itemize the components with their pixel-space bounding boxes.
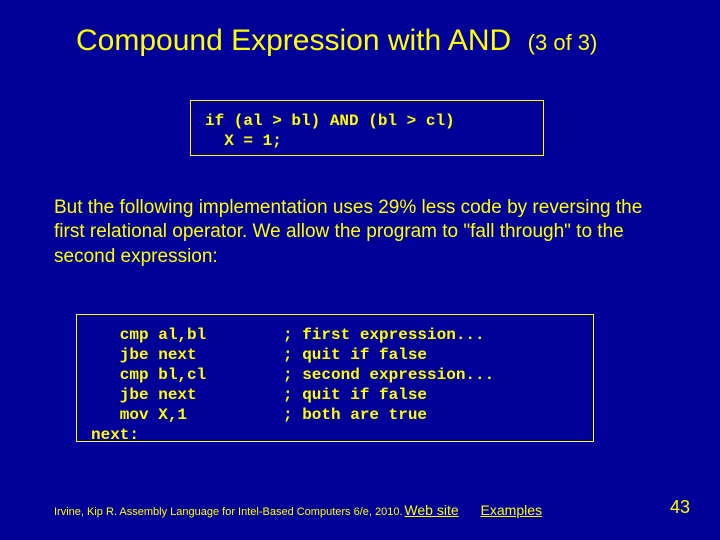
page-number: 43	[670, 497, 690, 518]
title-row: Compound Expression with AND (3 of 3)	[76, 24, 680, 58]
slide: Compound Expression with AND (3 of 3) if…	[0, 0, 720, 540]
link-website[interactable]: Web site	[404, 502, 458, 518]
body-text: But the following implementation uses 29…	[54, 197, 642, 267]
body-paragraph: But the following implementation uses 29…	[54, 196, 660, 269]
title-main: Compound Expression with AND	[76, 24, 511, 57]
assembly-box: cmp al,bl jbe next cmp bl,cl jbe next mo…	[76, 314, 594, 442]
assembly-code: cmp al,bl jbe next cmp bl,cl jbe next mo…	[91, 325, 283, 445]
footer-links: Web site Examples	[404, 502, 560, 518]
link-examples[interactable]: Examples	[481, 502, 542, 518]
assembly-comments: ; first expression... ; quit if false ; …	[283, 325, 494, 425]
pseudocode-text: if (al > bl) AND (bl > cl) X = 1;	[205, 112, 455, 150]
footer: Irvine, Kip R. Assembly Language for Int…	[54, 506, 690, 518]
footer-credit: Irvine, Kip R. Assembly Language for Int…	[54, 506, 403, 518]
pseudocode-box: if (al > bl) AND (bl > cl) X = 1;	[190, 100, 544, 156]
title-sub: (3 of 3)	[528, 30, 598, 55]
